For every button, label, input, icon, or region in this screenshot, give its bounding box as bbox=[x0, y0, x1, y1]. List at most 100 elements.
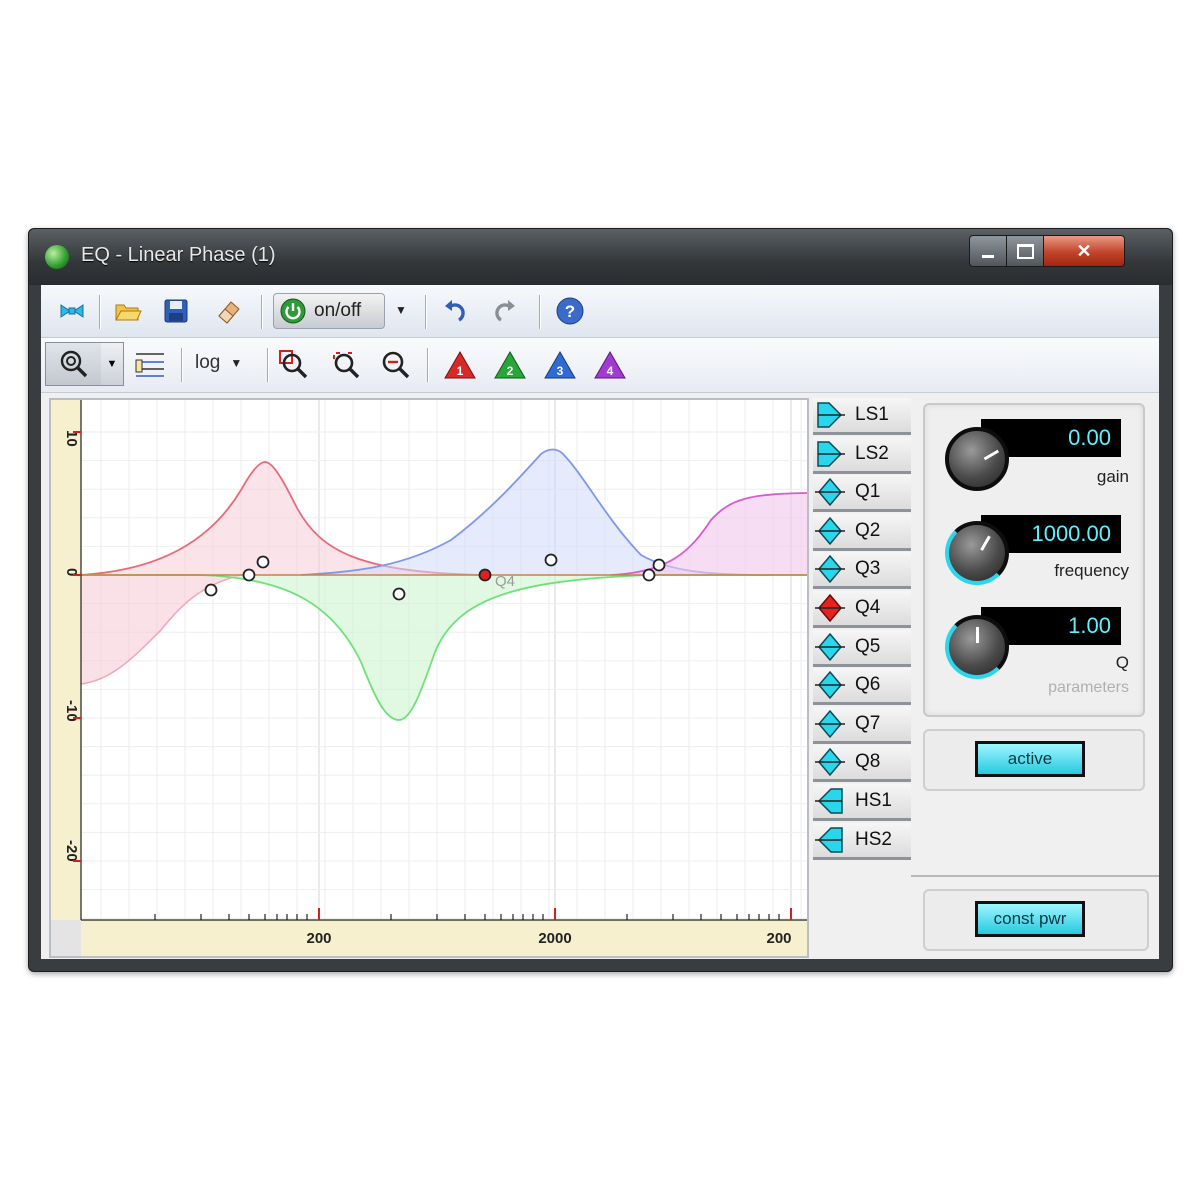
scale-select-value: log bbox=[195, 352, 221, 373]
maximize-icon bbox=[1016, 243, 1034, 259]
band-label: Q5 bbox=[855, 635, 881, 657]
zoom-fit-button[interactable] bbox=[329, 348, 363, 382]
open-button[interactable] bbox=[111, 294, 145, 328]
band-handle[interactable] bbox=[256, 555, 270, 569]
power-dropdown-arrow[interactable]: ▼ bbox=[395, 301, 407, 319]
q-knob[interactable] bbox=[945, 615, 1009, 679]
help-button[interactable]: ? bbox=[553, 294, 587, 328]
maximize-button[interactable] bbox=[1006, 235, 1044, 267]
parameters-title: parameters bbox=[1048, 679, 1129, 696]
knob-indicator bbox=[976, 627, 979, 643]
redo-button[interactable] bbox=[489, 294, 523, 328]
zoom-mode-button[interactable] bbox=[45, 342, 103, 386]
band-label: Q1 bbox=[855, 481, 881, 503]
band-q4-button[interactable]: Q4 bbox=[813, 591, 911, 628]
scale-select[interactable]: log ▼ bbox=[195, 346, 261, 380]
svg-text:3: 3 bbox=[557, 364, 564, 378]
snapshot-2-button[interactable]: 2 bbox=[493, 348, 527, 382]
pin-button[interactable] bbox=[55, 294, 89, 328]
band-hs2-button[interactable]: HS2 bbox=[813, 822, 911, 860]
y-tick-label: -20 bbox=[63, 840, 80, 862]
zoom-out-icon bbox=[382, 351, 410, 379]
active-toggle-button[interactable]: active bbox=[975, 741, 1085, 777]
band-label: Q6 bbox=[855, 674, 881, 696]
save-button[interactable] bbox=[159, 294, 193, 328]
knob-indicator bbox=[980, 535, 991, 551]
title-bar[interactable]: EQ - Linear Phase (1) ✕ bbox=[29, 229, 1172, 285]
band-label: LS1 bbox=[855, 404, 889, 425]
snapshot-4-button[interactable]: 4 bbox=[593, 348, 627, 382]
close-button[interactable]: ✕ bbox=[1043, 235, 1125, 267]
client-area: on/off ▼ ? ▼ log ▼ 1 2 3 4 Q4 10 0 -10 -… bbox=[41, 285, 1159, 959]
app-globe-icon bbox=[45, 245, 69, 269]
x-tick-label: 2000 bbox=[538, 930, 571, 947]
power-toggle-button[interactable]: on/off bbox=[273, 293, 385, 329]
redo-icon bbox=[495, 300, 515, 322]
window-title: EQ - Linear Phase (1) bbox=[81, 244, 276, 266]
high-shelf-icon bbox=[813, 823, 847, 857]
panel-divider bbox=[911, 875, 1159, 877]
folder-open-icon bbox=[115, 304, 142, 321]
const-pwr-toggle-button[interactable]: const pwr bbox=[975, 901, 1085, 937]
toolbar-separator bbox=[261, 295, 263, 329]
triangle-4-icon: 4 bbox=[594, 350, 626, 379]
zoom-in-button[interactable] bbox=[277, 348, 311, 382]
svg-text:?: ? bbox=[565, 302, 575, 321]
band-handle[interactable] bbox=[544, 553, 558, 567]
peak-filter-icon bbox=[813, 630, 847, 664]
band-q5-button[interactable]: Q5 bbox=[813, 629, 911, 667]
snapshot-1-button[interactable]: 1 bbox=[443, 348, 477, 382]
band-hs1-button[interactable]: HS1 bbox=[813, 784, 911, 821]
frequency-label: frequency bbox=[1054, 561, 1129, 580]
toolbar-separator bbox=[267, 348, 269, 382]
band-q8-button[interactable]: Q8 bbox=[813, 745, 911, 783]
main-toolbar: on/off ▼ ? bbox=[41, 285, 1159, 338]
selected-band-handle[interactable] bbox=[478, 568, 492, 582]
chevron-down-icon: ▼ bbox=[106, 358, 118, 370]
chevron-down-icon: ▼ bbox=[230, 356, 243, 370]
svg-text:4: 4 bbox=[607, 364, 614, 378]
filter-curves bbox=[80, 448, 807, 721]
parameters-panel: 0.00 gain 1000.00 frequency 1.00 Q param… bbox=[923, 403, 1145, 717]
peak-filter-icon bbox=[813, 552, 847, 586]
toolbar-separator bbox=[539, 295, 541, 329]
toolbar-separator bbox=[425, 295, 427, 329]
zoom-region-icon bbox=[279, 350, 308, 379]
gain-label: gain bbox=[1096, 467, 1129, 486]
snapshot-3-button[interactable]: 3 bbox=[543, 348, 577, 382]
band-handle[interactable] bbox=[642, 568, 656, 582]
eq-window: EQ - Linear Phase (1) ✕ on/off ▼ ? ▼ log… bbox=[28, 228, 1173, 972]
zoom-target-icon bbox=[60, 350, 88, 378]
grid-toggle-button[interactable] bbox=[133, 348, 167, 382]
active-container: active bbox=[923, 729, 1145, 791]
zoom-out-button[interactable] bbox=[379, 348, 413, 382]
band-q3-button[interactable]: Q3 bbox=[813, 552, 911, 590]
eraser-button[interactable] bbox=[211, 294, 245, 328]
band-handle[interactable] bbox=[204, 583, 218, 597]
band-q7-button[interactable]: Q7 bbox=[813, 706, 911, 744]
peak-filter-icon bbox=[813, 591, 847, 625]
band-handle[interactable] bbox=[242, 568, 256, 582]
band-q6-button[interactable]: Q6 bbox=[813, 668, 911, 706]
low-shelf-icon bbox=[813, 437, 847, 471]
band-label: LS2 bbox=[855, 442, 889, 464]
axis-corner bbox=[51, 920, 81, 956]
chevron-down-icon: ▼ bbox=[395, 303, 407, 317]
eq-graph-svg[interactable]: Q4 10 0 -10 -20 200 2000 200 bbox=[51, 400, 807, 956]
band-handle[interactable] bbox=[392, 587, 406, 601]
gain-knob[interactable] bbox=[945, 427, 1009, 491]
band-label: HS1 bbox=[855, 790, 892, 811]
zoom-mode-dropdown[interactable]: ▼ bbox=[101, 342, 124, 386]
band-handle[interactable] bbox=[652, 558, 666, 572]
band-ls1-button[interactable]: LS1 bbox=[813, 398, 911, 435]
band-ls2-button[interactable]: LS2 bbox=[813, 436, 911, 474]
band-q2-button[interactable]: Q2 bbox=[813, 513, 911, 551]
power-toggle-label: on/off bbox=[314, 300, 362, 321]
svg-text:1: 1 bbox=[457, 364, 464, 378]
frequency-knob[interactable] bbox=[945, 521, 1009, 585]
undo-button[interactable] bbox=[437, 294, 471, 328]
eq-response-graph[interactable]: Q4 10 0 -10 -20 200 2000 200 bbox=[49, 398, 809, 958]
band-q1-button[interactable]: Q1 bbox=[813, 475, 911, 513]
y-axis-strip bbox=[51, 400, 81, 956]
minimize-button[interactable] bbox=[969, 235, 1007, 267]
